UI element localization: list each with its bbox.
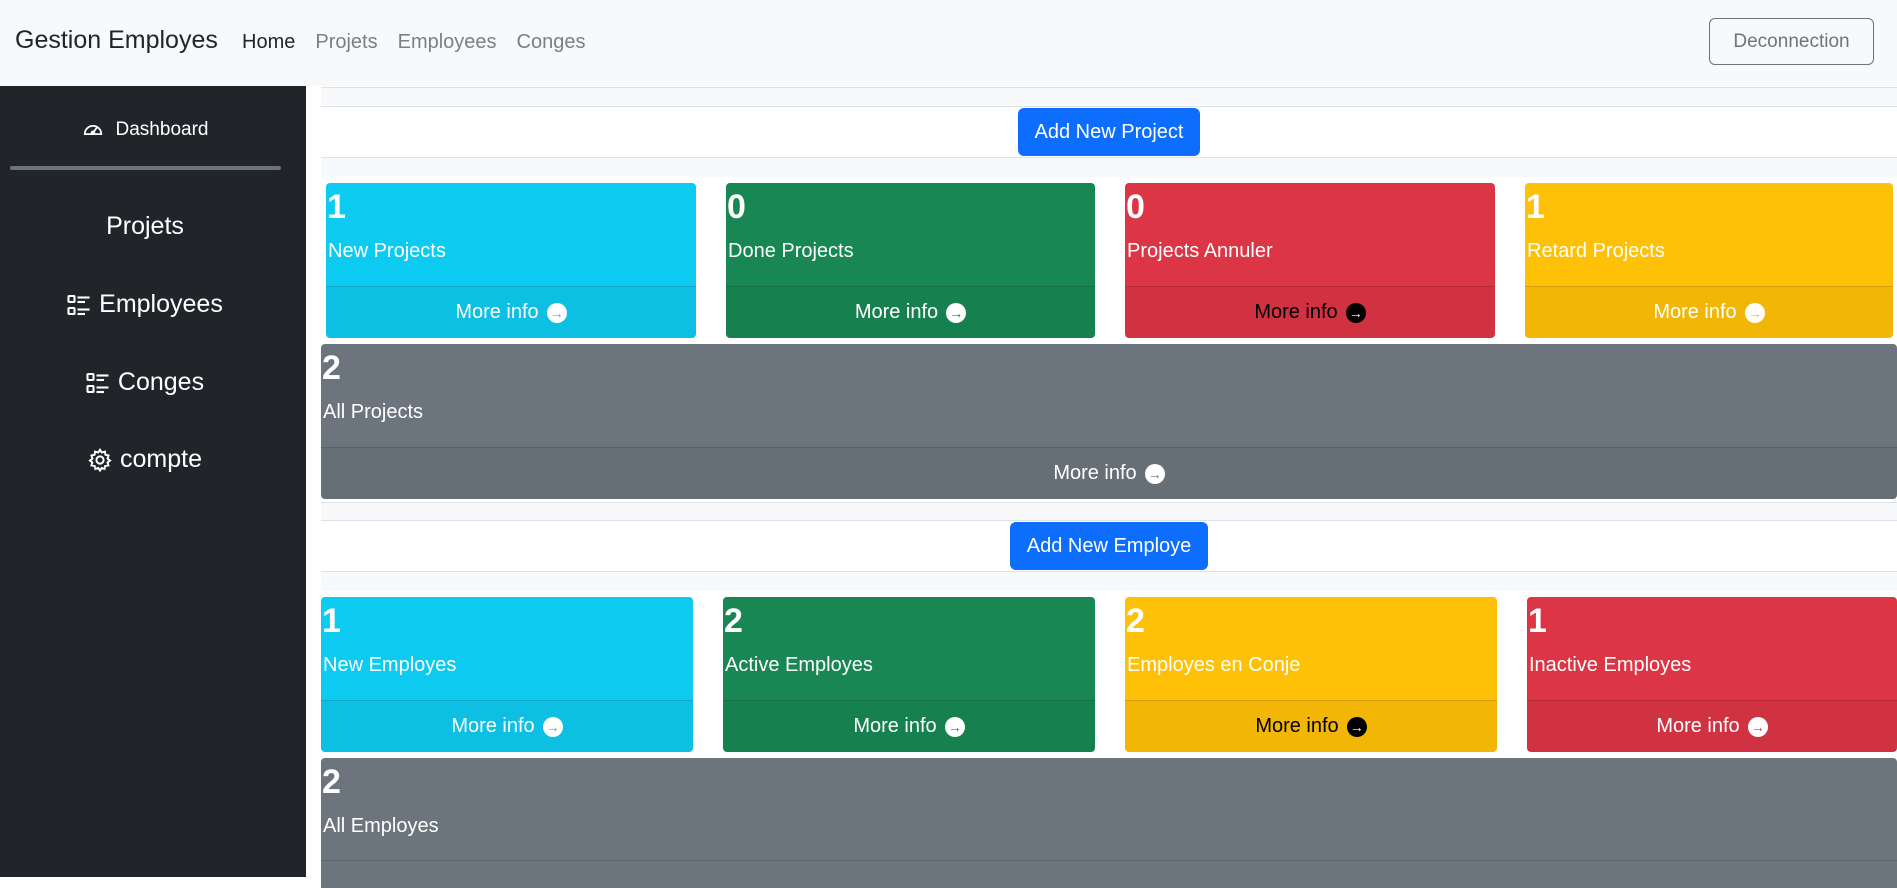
more-info-label: More info: [1656, 715, 1740, 737]
stat-card-late-projects: 1 Retard Projects More info →: [1525, 183, 1893, 338]
more-info-link[interactable]: More info →: [726, 286, 1095, 338]
stat-card-employes-on-leave: 2 Employes en Conje More info →: [1125, 597, 1497, 752]
arrow-right-circle-icon: →: [1346, 716, 1367, 737]
stat-label: New Employes: [323, 654, 457, 676]
sidebar-item-compte[interactable]: compte: [0, 445, 290, 474]
more-info-link[interactable]: More info →: [1527, 700, 1897, 752]
stat-count: 2: [322, 763, 341, 801]
add-employe-bar: Add New Employe: [321, 520, 1897, 572]
more-info-label: More info: [854, 301, 939, 323]
more-info-label: More info: [455, 301, 539, 323]
main-nav: Home Projets Employees Conges: [242, 31, 585, 54]
more-info-label: More info: [1255, 715, 1339, 737]
nav-home[interactable]: Home: [242, 31, 295, 54]
more-info-label: More info: [1653, 301, 1737, 323]
stat-card-active-employes: 2 Active Employes More info →: [723, 597, 1095, 752]
more-info-link[interactable]: More info →: [723, 700, 1095, 752]
stat-count: 0: [727, 188, 746, 226]
more-info-label: More info: [1053, 462, 1137, 484]
stat-card-inactive-employes: 1 Inactive Employes More info →: [1527, 597, 1897, 752]
stat-count: 0: [1126, 188, 1145, 226]
section-spacer: [321, 502, 1897, 520]
arrow-right-circle-icon: →: [944, 716, 965, 737]
section-spacer: [321, 157, 1897, 177]
sidebar-item-label: Conges: [117, 368, 205, 396]
stat-label: All Projects: [323, 401, 424, 423]
arrow-right-circle-icon: →: [1747, 716, 1768, 737]
more-info-link[interactable]: More info →: [1125, 700, 1497, 752]
arrow-right-circle-icon: →: [1144, 463, 1165, 484]
stat-count: 2: [1126, 602, 1145, 640]
section-spacer: [321, 571, 1897, 591]
stat-label: Projects Annuler: [1127, 240, 1273, 262]
stat-count: 1: [327, 188, 346, 226]
arrow-right-circle-icon: →: [1345, 302, 1366, 323]
sidebar-item-projets[interactable]: Projets: [0, 212, 290, 241]
nav-employees[interactable]: Employees: [398, 31, 497, 54]
more-info-link[interactable]: More info →: [1525, 286, 1893, 338]
checklist-icon: [86, 371, 110, 395]
checklist-icon: [67, 293, 91, 317]
more-info-link[interactable]: More info →: [326, 286, 696, 338]
card-divider: [321, 860, 1897, 861]
nav-projets[interactable]: Projets: [315, 31, 377, 54]
arrow-right-circle-icon: →: [946, 302, 967, 323]
stat-count: 1: [1528, 602, 1547, 640]
stat-label: Active Employes: [725, 654, 873, 676]
stat-card-cancelled-projects: 0 Projects Annuler More info →: [1125, 183, 1495, 338]
stat-card-all-projects: 2 All Projects More info →: [321, 344, 1897, 499]
top-navbar: Gestion Employes Home Projets Employees …: [0, 0, 1897, 86]
arrow-right-circle-icon: →: [542, 716, 563, 737]
add-employe-button[interactable]: Add New Employe: [1009, 522, 1209, 570]
add-project-button[interactable]: Add New Project: [1017, 108, 1201, 156]
stat-count: 1: [1526, 188, 1545, 226]
more-info-label: More info: [1254, 301, 1338, 323]
stat-card-done-projects: 0 Done Projects More info →: [726, 183, 1095, 338]
sidebar-item-label: Projets: [106, 212, 184, 240]
stat-label: Retard Projects: [1527, 240, 1665, 262]
add-project-bar: Add New Project: [321, 106, 1897, 158]
more-info-link[interactable]: More info →: [321, 700, 693, 752]
sidebar-item-dashboard[interactable]: Dashboard: [0, 119, 290, 141]
sidebar: Dashboard Projets Employees Conges compt…: [0, 86, 306, 877]
sidebar-item-label: Employees: [99, 290, 223, 318]
section-spacer: [321, 87, 1897, 105]
stat-card-new-projects: 1 New Projects More info →: [326, 183, 696, 338]
stat-label: Done Projects: [728, 240, 854, 262]
sidebar-dashboard-label: Dashboard: [115, 119, 209, 140]
stat-card-all-employes: 2 All Employes: [321, 758, 1897, 888]
sidebar-item-conges[interactable]: Conges: [0, 368, 290, 397]
more-info-link[interactable]: More info →: [1125, 286, 1495, 338]
arrow-right-circle-icon: →: [1744, 302, 1765, 323]
stat-count: 2: [322, 349, 341, 387]
brand-title[interactable]: Gestion Employes: [15, 26, 218, 55]
stat-label: New Projects: [328, 240, 446, 262]
speedometer-icon: [82, 119, 104, 141]
stat-label: All Employes: [323, 815, 439, 837]
nav-conges[interactable]: Conges: [517, 31, 586, 54]
more-info-label: More info: [853, 715, 937, 737]
stat-label: Employes en Conje: [1127, 654, 1301, 676]
sidebar-item-label: compte: [120, 445, 202, 473]
more-info-label: More info: [451, 715, 535, 737]
stat-label: Inactive Employes: [1529, 654, 1692, 676]
logout-button[interactable]: Deconnection: [1709, 18, 1874, 65]
stat-count: 1: [322, 602, 341, 640]
stat-card-new-employes: 1 New Employes More info →: [321, 597, 693, 752]
arrow-right-circle-icon: →: [546, 302, 567, 323]
stat-count: 2: [724, 602, 743, 640]
sidebar-item-employees[interactable]: Employees: [0, 290, 290, 319]
gear-icon: [88, 447, 112, 472]
more-info-link[interactable]: More info →: [321, 447, 1897, 499]
sidebar-divider: [10, 166, 281, 170]
